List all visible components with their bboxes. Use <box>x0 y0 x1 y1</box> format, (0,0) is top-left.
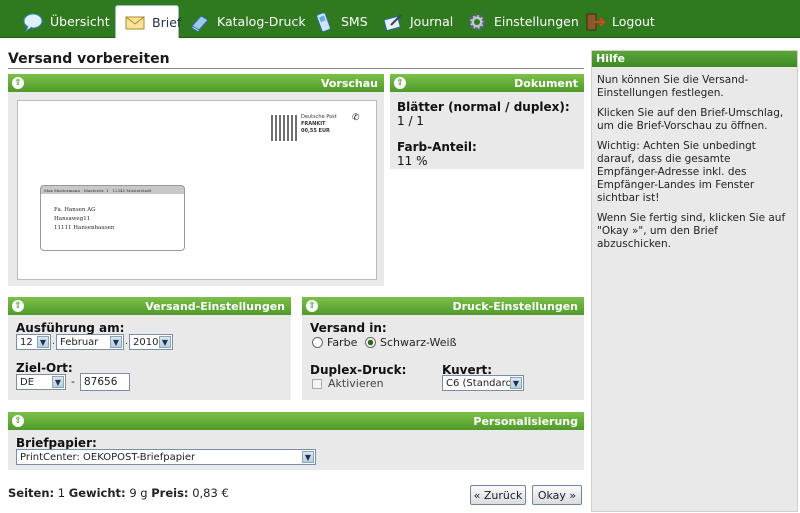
versand-header[interactable]: ⇧ Versand-Einstellungen <box>8 297 291 315</box>
tab-journal[interactable]: Journal <box>382 5 453 38</box>
versand-panel: ⇧ Versand-Einstellungen Ausführung am: 12… <box>8 297 291 400</box>
dokument-panel: ⇧ Dokument Blätter (normal / duplex): 1 /… <box>390 74 584 169</box>
year-select[interactable]: 2010 ▼ <box>129 334 173 350</box>
tab-uebersicht[interactable]: Übersicht <box>22 5 110 38</box>
envelope-icon <box>124 11 146 33</box>
month-select[interactable]: Februar ▼ <box>56 334 124 350</box>
radio-schwarz-weiss[interactable]: Schwarz-Weiß <box>365 336 457 349</box>
envelope-preview[interactable]: Deutsche Post FRANKIT 00,55 EUR ✆ Max Mu… <box>17 100 377 280</box>
zip-input[interactable]: 87656 <box>80 373 130 391</box>
vorschau-header[interactable]: ⇧ Vorschau <box>8 74 384 92</box>
collapse-icon[interactable]: ⇧ <box>12 77 24 89</box>
page-title: Versand vorbereiten <box>8 51 170 67</box>
tab-katalog-druck[interactable]: Katalog-Druck <box>189 5 306 38</box>
mobile-phone-icon <box>313 11 335 33</box>
book-icon <box>189 11 211 33</box>
chevron-down-icon: ▼ <box>37 336 49 348</box>
briefpapier-select[interactable]: PrintCenter: OEKOPOST-Briefpapier ▼ <box>16 449 316 465</box>
druck-header[interactable]: ⇧ Druck-Einstellungen <box>302 297 584 315</box>
collapse-icon[interactable]: ⇧ <box>394 77 406 89</box>
chevron-down-icon: ▼ <box>52 376 64 388</box>
help-panel: Hilfe Nun können Sie die Versand-Einstel… <box>591 50 798 512</box>
posthorn-icon: ✆ <box>352 113 360 123</box>
chevron-down-icon: ▼ <box>110 336 122 348</box>
personalisierung-panel: ⇧ Personalisierung Briefpapier: PrintCent… <box>8 412 584 470</box>
duplex-checkbox[interactable]: Aktivieren <box>312 377 384 390</box>
back-button[interactable]: « Zurück <box>470 485 526 505</box>
personalisierung-header[interactable]: ⇧ Personalisierung <box>8 412 584 430</box>
radio-farbe[interactable]: Farbe <box>312 336 357 349</box>
title-divider <box>8 68 584 69</box>
summary-line: Seiten: 1 Gewicht: 9 g Preis: 0,83 € <box>8 486 229 500</box>
chevron-down-icon: ▼ <box>302 451 314 463</box>
stamp-qr <box>271 115 297 141</box>
country-select[interactable]: DE ▼ <box>16 374 66 390</box>
tab-logout[interactable]: Logout <box>584 5 655 38</box>
journal-pen-icon <box>382 11 404 33</box>
exit-door-icon <box>584 11 606 33</box>
collapse-icon[interactable]: ⇧ <box>12 415 24 427</box>
checkbox-icon <box>312 378 322 389</box>
address-window: Max Mustermann · Musterstr. 1 · 12345 Mu… <box>40 185 185 251</box>
tab-einstellungen[interactable]: Einstellungen <box>466 5 579 38</box>
top-navigation: Übersicht Brief Katalog-Druck SMS Journa… <box>0 0 800 38</box>
chevron-down-icon: ▼ <box>159 336 171 348</box>
help-title: Hilfe <box>592 51 797 67</box>
gear-icon <box>466 11 488 33</box>
tab-brief[interactable]: Brief <box>115 5 181 38</box>
okay-button[interactable]: Okay » <box>532 485 582 505</box>
vorschau-panel: ⇧ Vorschau Deutsche Post FRANKIT 00,55 EU… <box>8 74 384 286</box>
chevron-down-icon: ▼ <box>510 377 522 389</box>
kuvert-select[interactable]: C6 (Standard) ▼ <box>442 375 524 391</box>
collapse-icon[interactable]: ⇧ <box>306 300 318 312</box>
collapse-icon[interactable]: ⇧ <box>12 300 24 312</box>
radio-icon <box>312 337 323 348</box>
druck-panel: ⇧ Druck-Einstellungen Versand in: Farbe S… <box>302 297 584 400</box>
tab-sms[interactable]: SMS <box>313 5 368 38</box>
day-select[interactable]: 12 ▼ <box>16 334 51 350</box>
radio-selected-icon <box>365 337 376 348</box>
dokument-header[interactable]: ⇧ Dokument <box>390 74 584 92</box>
speech-bubble-icon <box>22 11 44 33</box>
